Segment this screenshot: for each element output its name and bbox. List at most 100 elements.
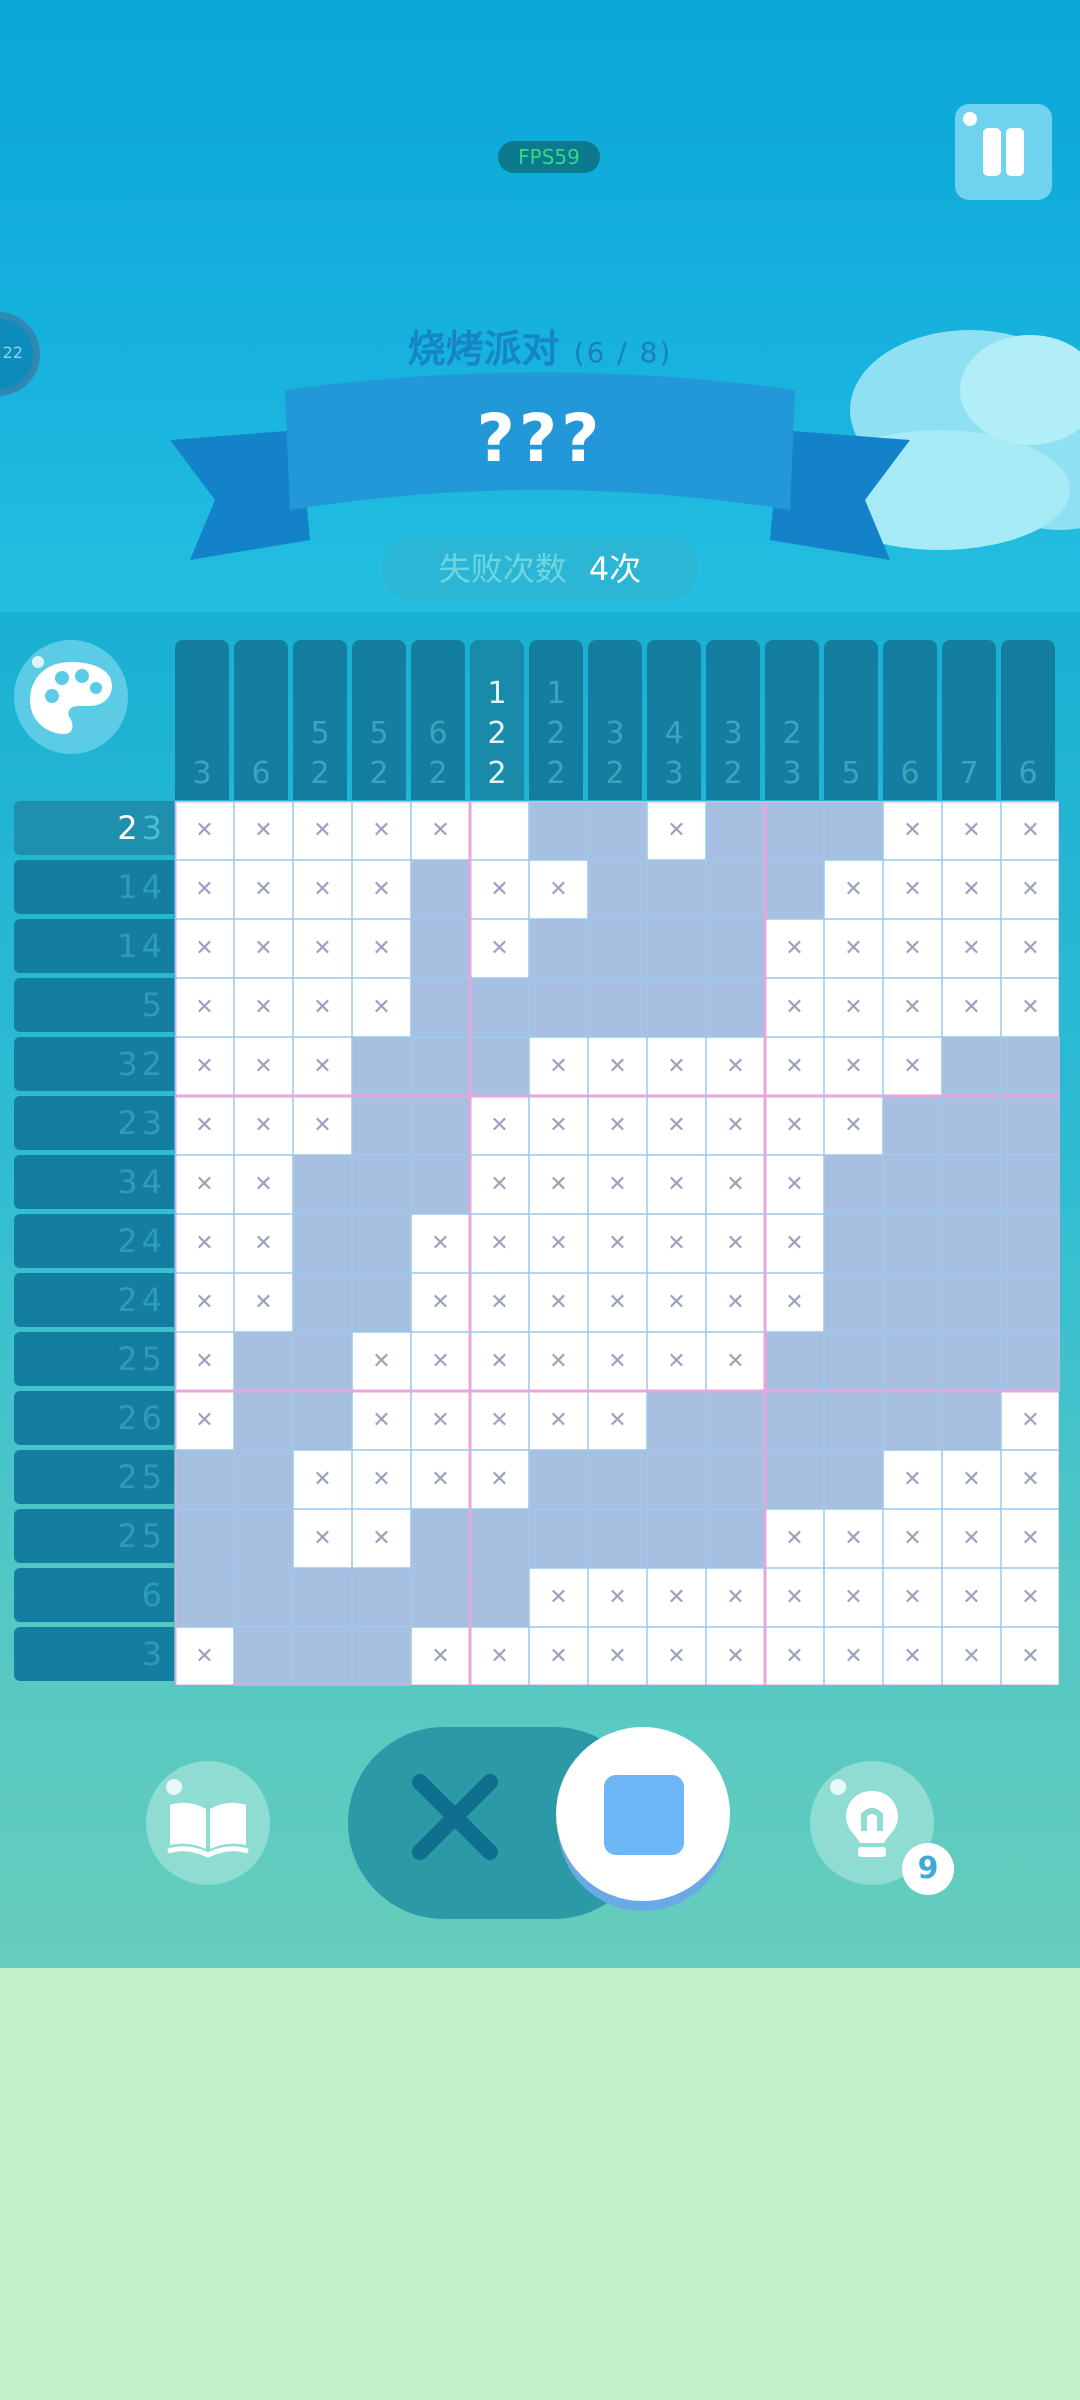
crossed-cell[interactable]	[470, 1096, 529, 1155]
crossed-cell[interactable]	[529, 1155, 588, 1214]
filled-cell[interactable]	[411, 1037, 470, 1096]
crossed-cell[interactable]	[942, 1627, 1001, 1686]
filled-cell[interactable]	[470, 1037, 529, 1096]
crossed-cell[interactable]	[175, 1214, 234, 1273]
filled-cell[interactable]	[883, 1214, 942, 1273]
filled-cell[interactable]	[293, 1214, 352, 1273]
crossed-cell[interactable]	[647, 1155, 706, 1214]
crossed-cell[interactable]	[588, 1273, 647, 1332]
filled-cell[interactable]	[529, 1450, 588, 1509]
crossed-cell[interactable]	[352, 1332, 411, 1391]
crossed-cell[interactable]	[293, 860, 352, 919]
filled-cell[interactable]	[942, 1273, 1001, 1332]
crossed-cell[interactable]	[529, 1391, 588, 1450]
crossed-cell[interactable]	[647, 1627, 706, 1686]
crossed-cell[interactable]	[824, 1037, 883, 1096]
crossed-cell[interactable]	[883, 919, 942, 978]
crossed-cell[interactable]	[765, 1155, 824, 1214]
crossed-cell[interactable]	[942, 978, 1001, 1037]
crossed-cell[interactable]	[765, 1096, 824, 1155]
filled-cell[interactable]	[824, 1155, 883, 1214]
crossed-cell[interactable]	[529, 1096, 588, 1155]
crossed-cell[interactable]	[942, 1568, 1001, 1627]
crossed-cell[interactable]	[765, 1568, 824, 1627]
crossed-cell[interactable]	[529, 1568, 588, 1627]
crossed-cell[interactable]	[352, 1509, 411, 1568]
crossed-cell[interactable]	[647, 1037, 706, 1096]
crossed-cell[interactable]	[824, 1509, 883, 1568]
crossed-cell[interactable]	[883, 1627, 942, 1686]
filled-cell[interactable]	[234, 1391, 293, 1450]
filled-cell[interactable]	[942, 1037, 1001, 1096]
filled-cell[interactable]	[706, 801, 765, 860]
filled-cell[interactable]	[411, 1568, 470, 1627]
crossed-cell[interactable]	[470, 1627, 529, 1686]
crossed-cell[interactable]	[588, 1155, 647, 1214]
crossed-cell[interactable]	[234, 1214, 293, 1273]
crossed-cell[interactable]	[1001, 1627, 1060, 1686]
crossed-cell[interactable]	[411, 1273, 470, 1332]
crossed-cell[interactable]	[234, 860, 293, 919]
crossed-cell[interactable]	[706, 1096, 765, 1155]
filled-cell[interactable]	[706, 1391, 765, 1450]
filled-cell[interactable]	[647, 978, 706, 1037]
filled-cell[interactable]	[588, 860, 647, 919]
filled-cell[interactable]	[647, 1509, 706, 1568]
filled-cell[interactable]	[352, 1273, 411, 1332]
crossed-cell[interactable]	[411, 1391, 470, 1450]
crossed-cell[interactable]	[470, 1450, 529, 1509]
crossed-cell[interactable]	[883, 1450, 942, 1509]
filled-cell[interactable]	[942, 1214, 1001, 1273]
crossed-cell[interactable]	[1001, 919, 1060, 978]
crossed-cell[interactable]	[1001, 1568, 1060, 1627]
crossed-cell[interactable]	[352, 801, 411, 860]
crossed-cell[interactable]	[765, 919, 824, 978]
crossed-cell[interactable]	[765, 1273, 824, 1332]
crossed-cell[interactable]	[647, 1214, 706, 1273]
filled-cell[interactable]	[588, 919, 647, 978]
filled-cell[interactable]	[647, 860, 706, 919]
crossed-cell[interactable]	[175, 1332, 234, 1391]
crossed-cell[interactable]	[234, 1155, 293, 1214]
crossed-cell[interactable]	[647, 1096, 706, 1155]
crossed-cell[interactable]	[1001, 860, 1060, 919]
cross-mode-icon[interactable]	[410, 1772, 500, 1862]
crossed-cell[interactable]	[234, 1037, 293, 1096]
filled-cell[interactable]	[824, 1450, 883, 1509]
crossed-cell[interactable]	[588, 1627, 647, 1686]
filled-cell[interactable]	[470, 1568, 529, 1627]
filled-cell[interactable]	[470, 978, 529, 1037]
filled-cell[interactable]	[234, 1450, 293, 1509]
filled-cell[interactable]	[411, 978, 470, 1037]
filled-cell[interactable]	[824, 801, 883, 860]
crossed-cell[interactable]	[647, 801, 706, 860]
filled-cell[interactable]	[883, 1273, 942, 1332]
filled-cell[interactable]	[529, 919, 588, 978]
filled-cell[interactable]	[1001, 1273, 1060, 1332]
crossed-cell[interactable]	[411, 1214, 470, 1273]
crossed-cell[interactable]	[175, 919, 234, 978]
crossed-cell[interactable]	[883, 1568, 942, 1627]
filled-cell[interactable]	[352, 1155, 411, 1214]
crossed-cell[interactable]	[588, 1568, 647, 1627]
crossed-cell[interactable]	[883, 978, 942, 1037]
crossed-cell[interactable]	[175, 1155, 234, 1214]
crossed-cell[interactable]	[765, 1037, 824, 1096]
crossed-cell[interactable]	[352, 919, 411, 978]
crossed-cell[interactable]	[293, 919, 352, 978]
filled-cell[interactable]	[1001, 1332, 1060, 1391]
palette-button[interactable]	[14, 640, 128, 754]
filled-cell[interactable]	[706, 1509, 765, 1568]
crossed-cell[interactable]	[942, 1450, 1001, 1509]
filled-cell[interactable]	[175, 1509, 234, 1568]
crossed-cell[interactable]	[293, 1037, 352, 1096]
crossed-cell[interactable]	[293, 1096, 352, 1155]
nonogram-grid[interactable]	[175, 801, 1060, 1686]
crossed-cell[interactable]	[234, 801, 293, 860]
filled-cell[interactable]	[824, 1391, 883, 1450]
filled-cell[interactable]	[942, 1096, 1001, 1155]
crossed-cell[interactable]	[706, 1332, 765, 1391]
filled-cell[interactable]	[942, 1391, 1001, 1450]
filled-cell[interactable]	[588, 978, 647, 1037]
crossed-cell[interactable]	[175, 1273, 234, 1332]
